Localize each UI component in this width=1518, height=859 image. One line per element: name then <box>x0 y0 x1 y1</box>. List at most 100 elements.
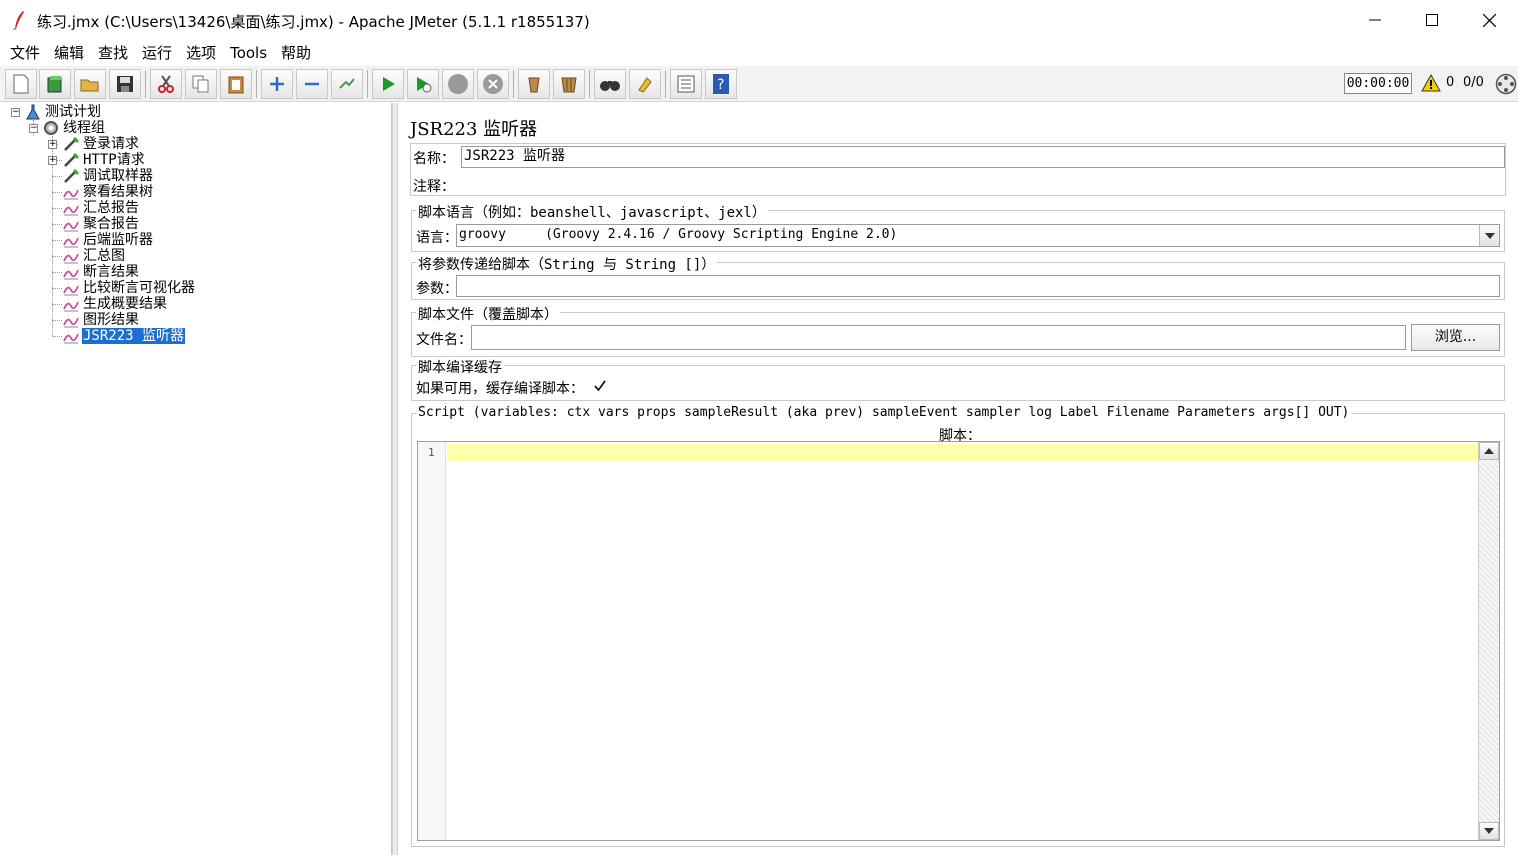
comment-label: 注释： <box>413 179 455 195</box>
new-icon <box>13 74 29 94</box>
tree-item-generate-summary-results[interactable]: 生成概要结果 <box>63 296 168 312</box>
templates-icon <box>47 76 62 93</box>
menu-tools[interactable]: Tools <box>223 40 274 66</box>
menu-options[interactable]: 选项 <box>179 40 223 66</box>
maximize-icon <box>1426 14 1438 26</box>
cut-button[interactable] <box>150 69 182 99</box>
line-number: 1 <box>428 446 435 459</box>
tree-item-jsr223-listener[interactable]: JSR223 监听器 <box>63 327 187 345</box>
tree-item-label-selected: JSR223 监听器 <box>80 327 187 345</box>
warning-icon[interactable] <box>1421 74 1441 92</box>
test-plan-tree: − − + + 测试计划 线程组 登录请求 HTTP请求 调试取样器 察看结果树… <box>5 103 392 855</box>
menu-run[interactable]: 运行 <box>135 40 179 66</box>
script-editor[interactable]: 1 <box>417 441 1500 841</box>
collapse-thread-group-toggle[interactable]: − <box>29 124 38 133</box>
browse-button[interactable]: 浏览... <box>1411 324 1500 351</box>
expand-http-request-toggle[interactable]: + <box>48 156 57 165</box>
tree-item-debug-sampler[interactable]: 调试取样器 <box>63 168 154 184</box>
minimize-button[interactable] <box>1346 0 1404 40</box>
new-button[interactable] <box>5 69 37 99</box>
reset-search-icon <box>638 77 652 93</box>
function-helper-icon <box>677 75 695 93</box>
menu-search[interactable]: 查找 <box>91 40 135 66</box>
tree-item-http-request[interactable]: HTTP请求 <box>63 152 146 168</box>
title-bar: 练习.jmx (C:\Users\13426\桌面\练习.jmx) - Apac… <box>0 0 1518 40</box>
collapse-all-button[interactable] <box>296 69 328 99</box>
help-button[interactable]: ? <box>705 69 737 99</box>
script-cache-group-title: 脚本编译缓存 <box>416 357 504 377</box>
tree-item-label: 比较断言可视化器 <box>83 280 195 296</box>
name-input[interactable]: JSR223 监听器 <box>461 146 1505 168</box>
tree-item-summary-report[interactable]: 汇总报告 <box>63 200 140 216</box>
tree-item-aggregate-report[interactable]: 聚合报告 <box>63 216 140 232</box>
checkmark-icon <box>593 380 606 392</box>
remote-engines-icon[interactable] <box>1495 73 1517 95</box>
shutdown-button[interactable] <box>477 69 509 99</box>
chevron-down-icon <box>1484 232 1495 239</box>
script-file-group: 脚本文件（覆盖脚本） 文件名： 浏览... <box>411 304 1505 357</box>
shutdown-icon <box>483 74 503 94</box>
script-cache-group: 脚本编译缓存 如果可用，缓存编译脚本： <box>411 357 1505 401</box>
save-button[interactable] <box>109 69 141 99</box>
tree-item-graph-results[interactable]: 图形结果 <box>63 312 140 328</box>
language-dropdown-button[interactable] <box>1479 225 1499 246</box>
cache-compiled-checkbox[interactable] <box>593 380 606 393</box>
filename-input[interactable] <box>471 325 1406 350</box>
start-no-pause-button[interactable] <box>407 69 439 99</box>
scroll-up-button[interactable] <box>1479 442 1499 460</box>
tree-item-backend-listener[interactable]: 后端监听器 <box>63 232 154 248</box>
stop-button[interactable] <box>442 69 474 99</box>
tree-item-thread-group[interactable]: 线程组 <box>43 120 106 136</box>
tree-item-test-plan[interactable]: 测试计划 <box>25 104 102 120</box>
tree-item-assertion-results[interactable]: 断言结果 <box>63 264 140 280</box>
function-helper-button[interactable] <box>670 69 702 99</box>
parameters-input[interactable] <box>456 275 1500 297</box>
language-select[interactable]: groovy (Groovy 2.4.16 / Groovy Scripting… <box>456 224 1500 247</box>
tree-item-label: 登录请求 <box>83 136 139 152</box>
expand-icon <box>270 77 284 91</box>
tree-item-view-results-tree[interactable]: 察看结果树 <box>63 184 154 200</box>
menu-help[interactable]: 帮助 <box>274 40 318 66</box>
comment-input[interactable] <box>455 172 1505 194</box>
scroll-down-button[interactable] <box>1479 822 1499 840</box>
tree-item-label: 察看结果树 <box>83 184 153 200</box>
maximize-button[interactable] <box>1403 0 1461 40</box>
language-select-value: groovy (Groovy 2.4.16 / Groovy Scripting… <box>459 227 898 242</box>
toggle-button[interactable] <box>331 69 363 99</box>
start-button[interactable] <box>372 69 404 99</box>
copy-button[interactable] <box>185 69 217 99</box>
script-language-group: 脚本语言（例如：beanshell、javascript、jexl） 语言： g… <box>411 202 1505 252</box>
tree-item-summary-graph[interactable]: 汇总图 <box>63 248 126 264</box>
open-button[interactable] <box>74 69 106 99</box>
tree-item-login-request[interactable]: 登录请求 <box>63 136 140 152</box>
script-group-title: Script (variables: ctx vars props sample… <box>416 405 1352 420</box>
paste-button[interactable] <box>220 69 252 99</box>
language-label: 语言： <box>416 230 458 246</box>
templates-button[interactable] <box>39 69 71 99</box>
search-button[interactable] <box>594 69 626 99</box>
collapse-test-plan-toggle[interactable]: − <box>11 108 20 117</box>
tree-item-comparison-assertion-visualizer[interactable]: 比较断言可视化器 <box>63 280 196 296</box>
listener-icon <box>63 317 79 328</box>
tree-item-label: 线程组 <box>63 120 105 136</box>
menu-edit[interactable]: 编辑 <box>47 40 91 66</box>
cache-compiled-label: 如果可用，缓存编译脚本： <box>416 381 584 397</box>
menu-file[interactable]: 文件 <box>3 40 47 66</box>
minimize-icon <box>1369 19 1381 21</box>
reset-search-button[interactable] <box>629 69 661 99</box>
menu-bar: 文件 编辑 查找 运行 选项 Tools 帮助 <box>0 40 1518 66</box>
listener-icon <box>63 205 79 216</box>
expand-all-button[interactable] <box>261 69 293 99</box>
clear-button[interactable] <box>518 69 550 99</box>
line-number-gutter: 1 <box>418 442 446 840</box>
listener-icon <box>63 237 79 248</box>
listener-icon <box>63 333 79 344</box>
editor-vertical-scrollbar[interactable] <box>1478 442 1499 840</box>
close-button[interactable] <box>1460 0 1518 40</box>
clear-all-button[interactable] <box>553 69 585 99</box>
expand-login-request-toggle[interactable]: + <box>48 140 57 149</box>
listener-icon <box>63 301 79 312</box>
start-no-pause-icon <box>417 77 432 93</box>
svg-text:?: ? <box>717 77 724 93</box>
listener-icon <box>63 253 79 264</box>
